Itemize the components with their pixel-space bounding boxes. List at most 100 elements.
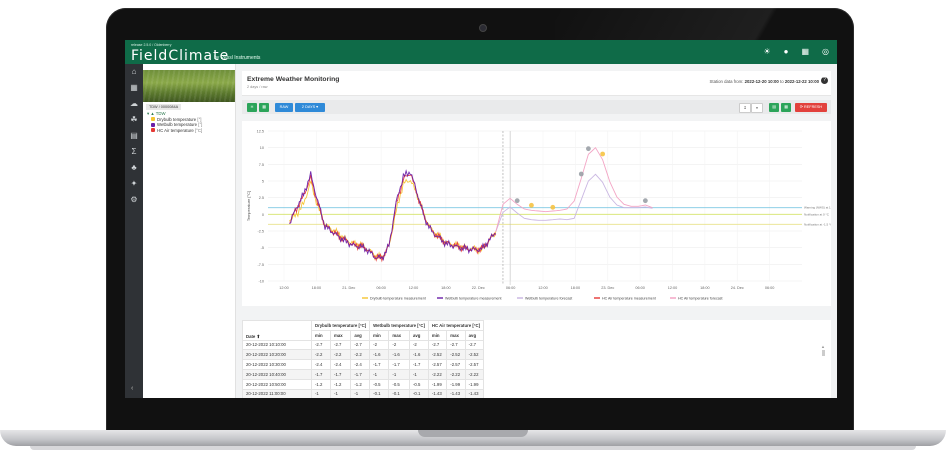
value-cell: -2 — [369, 339, 390, 351]
collapse-icon[interactable]: ‹ — [131, 385, 133, 392]
sensor-label: Wetbulb temperature — [157, 122, 198, 127]
value-cell: -2 — [408, 339, 429, 351]
station-date-range: Station data from: 2022-12-20 10:00 to 2… — [710, 79, 819, 84]
date-cell: 20-12-2022 11:00:00 — [242, 388, 312, 398]
value-cell: -2.7 — [427, 339, 448, 351]
weather-marker-icon — [578, 171, 584, 177]
sensor-unit: [°C] — [194, 127, 203, 133]
date-cell: 20-12-2022 10:10:00 — [242, 339, 312, 351]
download-button[interactable]: ↧ — [739, 102, 751, 113]
y-tick-label: 0 — [262, 213, 264, 217]
laptop-notch — [418, 430, 528, 437]
sub-header: min — [369, 329, 390, 341]
value-cell: -0.1 — [408, 388, 429, 398]
legend-item: HC Air temperature forecast — [678, 297, 723, 301]
refresh-button[interactable]: ⟳ REFRESH — [795, 102, 827, 112]
y-tick-label: -7.5 — [257, 263, 264, 267]
y-tick-label: 5 — [262, 180, 264, 184]
sensor-item-hc-air[interactable]: HC Air temperature [°C] — [147, 128, 202, 134]
value-cell: -1.43 — [427, 388, 448, 398]
value-cell: -0.5 — [408, 378, 429, 390]
value-cell: -2.22 — [446, 368, 466, 380]
help-icon[interactable]: ? — [821, 77, 828, 84]
hc-air-group-header: HC Air temperature [°C] — [427, 320, 485, 331]
value-cell: -2.4 — [310, 359, 332, 370]
period-dropdown[interactable]: 2 DAYS ▾ — [295, 102, 325, 112]
toolbar: H ▦ RAW 2 DAYS ▾ ↧ ≡ ▤ ▦ ⟳ REFRESH — [242, 100, 831, 114]
value-cell: -1.7 — [408, 359, 429, 370]
value-cell: -0.5 — [369, 378, 390, 390]
value-cell: -2.7 — [330, 339, 352, 351]
weather-marker-icon — [550, 204, 556, 210]
value-cell: -2.52 — [446, 349, 466, 361]
drybulb-swatch — [151, 117, 155, 122]
threshold-label: Notification at -1.5 °C — [804, 222, 831, 226]
antenna-icon[interactable]: ◎ — [822, 47, 829, 56]
sum-icon[interactable]: Σ — [125, 144, 143, 160]
satellite-icon[interactable]: ✦ — [125, 176, 143, 192]
table-row[interactable]: 20-12-2022 10:30:00 -2.4 -2.4 -2.4 -1.7 -1.7-… — [242, 359, 485, 370]
value-cell: -1.7 — [388, 359, 410, 370]
value-cell: -1 — [408, 368, 429, 380]
value-cell: -2.7 — [310, 339, 332, 351]
map-icon[interactable]: ▤ — [125, 128, 143, 144]
scroll-up-icon[interactable]: ▲ — [821, 344, 825, 349]
x-tick-label: 06:00 — [376, 286, 386, 290]
calendar-button[interactable]: ▦ — [259, 102, 269, 112]
table-row[interactable]: 20-12-2022 10:50:00 -1.2 -1.2 -1.2 -0.5 -0.5-… — [242, 378, 485, 390]
date-column-header[interactable]: Date ⬆ — [242, 320, 312, 341]
users-icon[interactable]: ▦ — [801, 47, 809, 56]
camera-icon — [479, 24, 487, 32]
left-rail: ⌂ ▦ ☁ ☘ ▤ Σ ♣ ✦ ⚙ ‹ — [125, 64, 143, 398]
sub-header: max — [388, 329, 410, 341]
sensor-unit: [°] — [197, 116, 202, 122]
x-tick-label: 06:00 — [765, 286, 775, 290]
value-cell: -2.4 — [350, 359, 371, 370]
settings-icon[interactable]: ⚙ — [125, 192, 143, 208]
bell-icon[interactable]: ☀ — [763, 47, 770, 56]
value-cell: -2.57 — [446, 359, 466, 370]
dashboard-icon[interactable]: ▦ — [125, 80, 143, 96]
value-cell: -1.6 — [408, 349, 429, 361]
scrollbar[interactable] — [822, 350, 825, 356]
series-line — [495, 173, 653, 232]
table-view-button[interactable]: ≡ — [751, 102, 763, 113]
hc-air-swatch — [151, 128, 155, 133]
value-cell: -1 — [369, 368, 390, 380]
chart-toggle-button[interactable]: ▤ — [769, 102, 779, 112]
plant-icon[interactable]: ☘ — [125, 112, 143, 128]
value-cell: -1.2 — [330, 378, 352, 390]
x-tick-label: 18:00 — [312, 286, 322, 290]
table-row[interactable]: 20-12-2022 10:10:00 -2.7 -2.7 -2.7 -2 -2 -2 -2.… — [242, 339, 485, 351]
value-cell: -2.2 — [350, 349, 371, 361]
y-tick-label: 12.5 — [257, 130, 264, 134]
screen: release 2.5.0 / Oldenberry FieldClimate … — [125, 40, 837, 398]
sub-header: min — [427, 329, 448, 341]
value-cell: -1.7 — [369, 359, 390, 370]
y-tick-label: 10 — [260, 146, 264, 150]
title-card: Extreme Weather Monitoring 2 days / raw … — [242, 71, 831, 96]
user-icon[interactable]: ● — [784, 47, 789, 56]
home-icon[interactable]: ⌂ — [125, 64, 143, 80]
data-table-card: Date ⬆ Drybulb temperature [°C] Wetbulb … — [242, 320, 831, 398]
table-row[interactable]: 20-12-2022 10:40:00 -1.7 -1.7 -1.7 -1 -1 -1 -2.… — [242, 368, 485, 380]
value-cell: -1.99 — [446, 378, 466, 390]
value-cell: -2.57 — [464, 359, 485, 370]
table-row[interactable]: 20-12-2022 10:20:00 -2.2 -2.2 -2.2 -1.6 -1.6-… — [242, 349, 485, 361]
table-toggle-button[interactable]: ▦ — [781, 102, 791, 112]
temperature-chart[interactable]: 12.5 10 7.5 5 2.5 0 -2.5 -5 -7.5 -10 12:00 18:00 21.… — [242, 121, 836, 306]
date-prefix: Station data from: — [709, 79, 744, 84]
series-line — [289, 169, 497, 261]
legend-item: HC Air temperature measurement — [602, 297, 656, 301]
raw-button[interactable]: RAW — [275, 102, 293, 112]
hourly-button[interactable]: H — [247, 102, 257, 112]
leaf-icon[interactable]: ♣ — [125, 160, 143, 176]
station-name[interactable]: TDW / 0000084A — [146, 104, 182, 110]
page-title: Extreme Weather Monitoring — [247, 76, 340, 83]
value-cell: -2.52 — [427, 349, 448, 361]
legend-item: Wetbulb temperature measurement — [445, 297, 501, 301]
table-row[interactable]: 20-12-2022 11:00:00 -1 -1 -1 -0.1 -0.1 -0.1 -1.… — [242, 388, 485, 398]
weather-icon[interactable]: ☁ — [125, 96, 143, 112]
table-group-header: Date ⬆ Drybulb temperature [°C] Wetbulb … — [242, 320, 485, 341]
sub-header: max — [330, 329, 352, 341]
